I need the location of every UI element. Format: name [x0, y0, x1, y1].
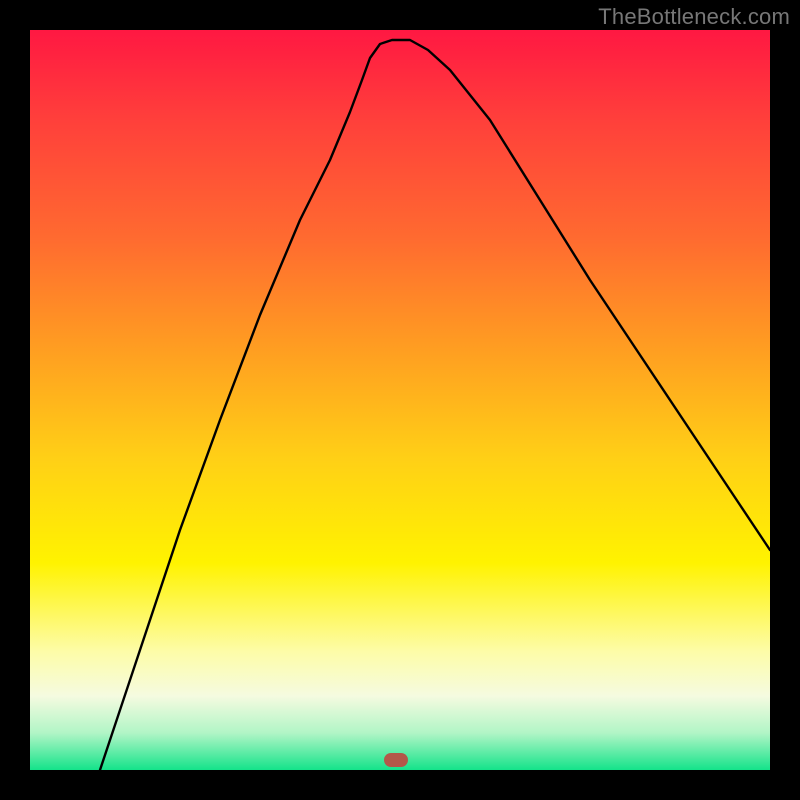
bottleneck-curve [30, 30, 770, 770]
chart-frame: TheBottleneck.com [0, 0, 800, 800]
plot-area [30, 30, 770, 770]
watermark-label: TheBottleneck.com [598, 4, 790, 30]
optimal-point-marker [384, 753, 408, 767]
